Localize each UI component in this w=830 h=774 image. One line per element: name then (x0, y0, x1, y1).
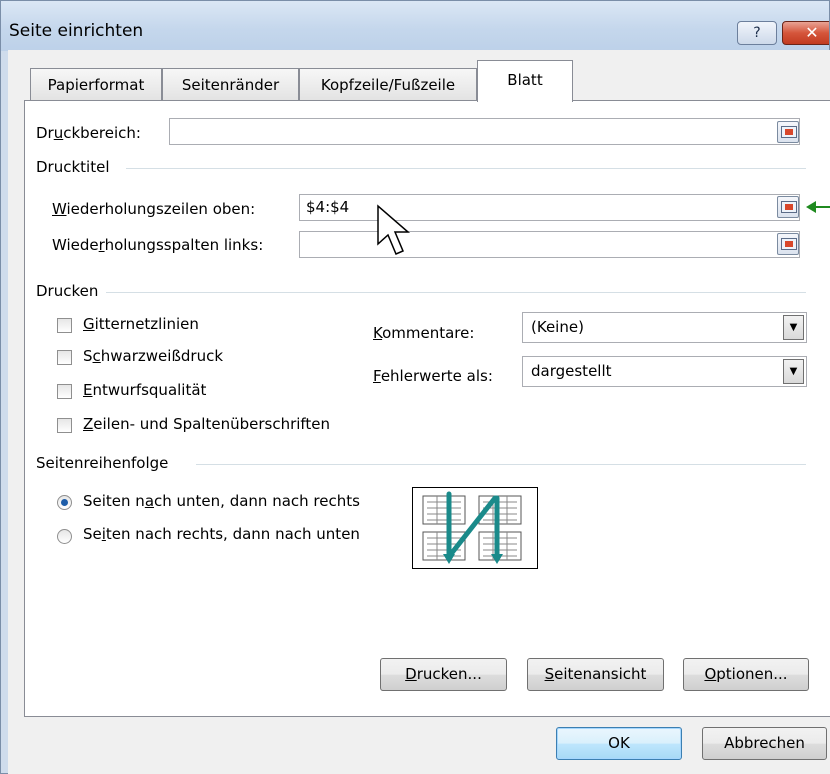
repeat-columns-label: Wiederholungsspalten links: (52, 236, 264, 254)
over-then-down-label: Seiten nach rechts, dann nach unten (83, 525, 360, 543)
dialog-title: Seite einrichten (9, 21, 144, 41)
comments-select-value: (Keine) (531, 318, 584, 336)
page-order-illustration (422, 491, 522, 564)
over-then-down-radio[interactable] (57, 529, 72, 544)
gridlines-checkbox[interactable] (57, 318, 72, 333)
ok-button[interactable]: OK (556, 727, 682, 760)
chevron-down-icon[interactable]: ▼ (783, 359, 804, 384)
options-button[interactable]: Optionen... (683, 658, 809, 691)
down-then-over-label: Seiten nach unten, dann nach rechts (83, 492, 360, 510)
comments-label: Kommentare: (373, 324, 475, 342)
print-area-input[interactable] (169, 118, 800, 145)
divider (106, 292, 806, 293)
title-bar[interactable]: Seite einrichten ? ✕ (1, 1, 829, 51)
error-values-select[interactable]: dargestellt ▼ (522, 356, 807, 387)
comments-select[interactable]: (Keine) ▼ (522, 312, 807, 343)
row-column-headings-checkbox[interactable] (57, 418, 72, 433)
error-values-select-value: dargestellt (531, 362, 612, 380)
draft-quality-label: Entwurfsqualität (83, 381, 207, 399)
page-order-preview-image (412, 487, 538, 569)
divider (126, 168, 806, 169)
tab-kopfzeile-fusszeile[interactable]: Kopfzeile/Fußzeile (299, 68, 477, 100)
collapse-dialog-icon[interactable] (777, 196, 799, 218)
collapse-dialog-icon[interactable] (777, 233, 799, 255)
repeat-columns-input[interactable] (299, 231, 800, 258)
tab-papierformat[interactable]: Papierformat (30, 68, 162, 100)
black-white-checkbox[interactable] (57, 350, 72, 365)
gridlines-label: Gitternetzlinien (83, 315, 199, 333)
annotation-arrow-icon (806, 201, 830, 213)
error-values-label: Fehlerwerte als: (373, 367, 493, 385)
tab-panel-blatt (24, 100, 830, 717)
print-button[interactable]: Drucken... (380, 658, 507, 691)
black-white-label: Schwarzweißdruck (83, 347, 224, 365)
print-area-label: Druckbereich: (36, 124, 141, 142)
cancel-button[interactable]: Abbrechen (702, 727, 827, 760)
divider (196, 464, 806, 465)
row-column-headings-label: Zeilen- und Spaltenüberschriften (83, 415, 331, 433)
close-button[interactable]: ✕ (782, 21, 829, 45)
print-preview-button[interactable]: Seitenansicht (527, 658, 664, 691)
tab-blatt[interactable]: Blatt (477, 60, 573, 102)
print-titles-group-label: Drucktitel (36, 158, 110, 176)
collapse-dialog-icon[interactable] (777, 121, 799, 143)
down-then-over-radio[interactable] (57, 495, 72, 510)
repeat-rows-input[interactable]: $4:$4 (299, 194, 800, 221)
chevron-down-icon[interactable]: ▼ (783, 315, 804, 340)
mouse-pointer-icon (377, 204, 411, 255)
print-group-label: Drucken (36, 282, 99, 300)
tab-seitenraender[interactable]: Seitenränder (162, 68, 299, 100)
repeat-rows-label: Wiederholungszeilen oben: (52, 200, 256, 218)
page-order-group-label: Seitenreihenfolge (36, 454, 169, 472)
help-button[interactable]: ? (737, 21, 777, 45)
draft-quality-checkbox[interactable] (57, 384, 72, 399)
